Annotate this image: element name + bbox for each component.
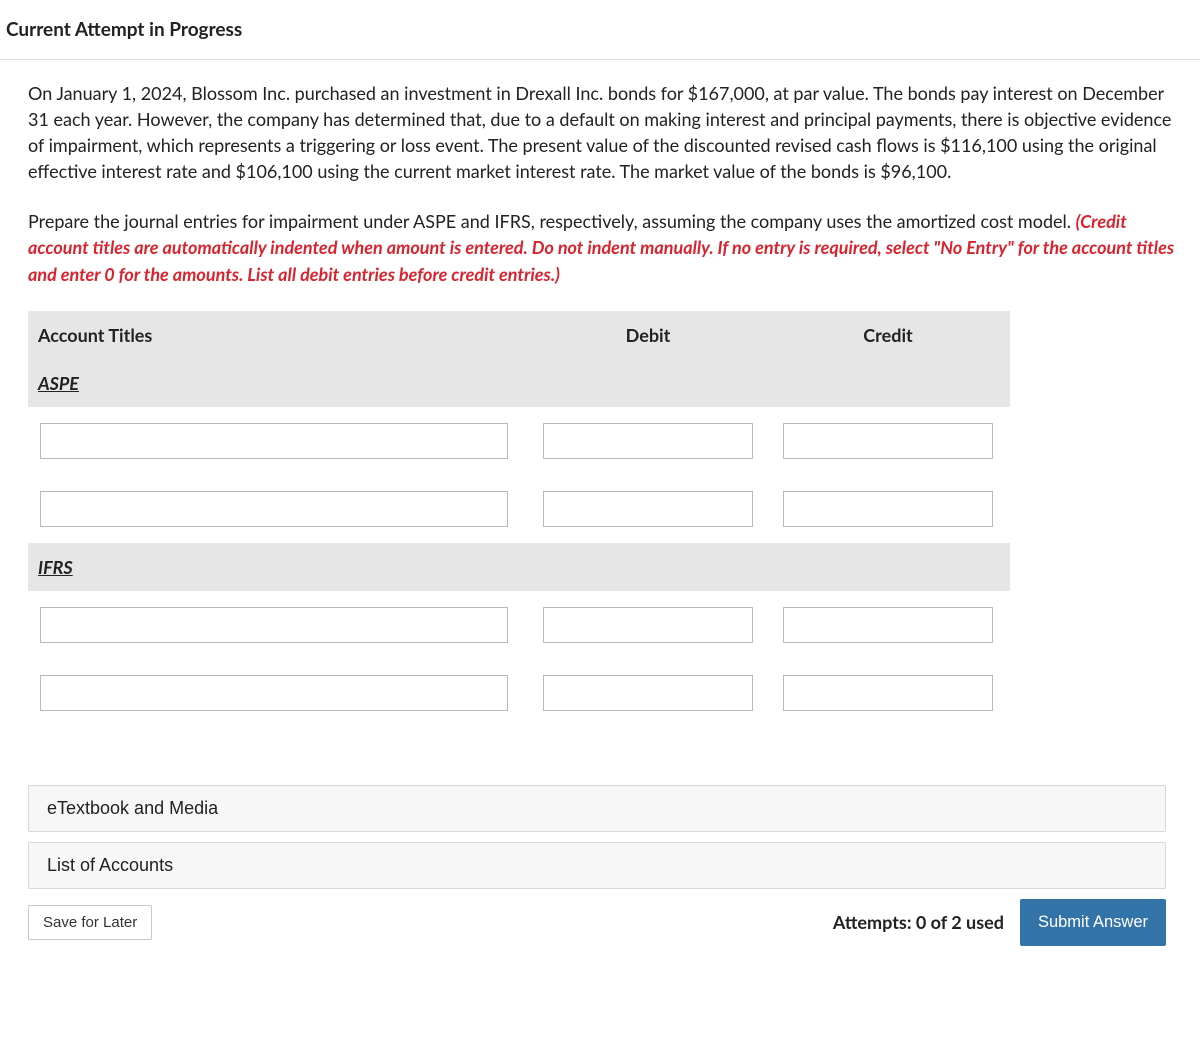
attempts-label: Attempts: 0 of 2 used: [833, 909, 1004, 935]
resource-links: eTextbook and Media List of Accounts: [28, 785, 1178, 889]
submit-answer-button[interactable]: Submit Answer: [1020, 899, 1166, 946]
table-row: [28, 591, 1010, 659]
table-header-row: Account Titles Debit Credit: [28, 311, 1010, 359]
section-row-ifrs: IFRS: [28, 543, 1010, 591]
section-label-aspe: ASPE: [28, 370, 528, 396]
table-row: [28, 659, 1010, 727]
question-title: Current Attempt in Progress: [6, 18, 1194, 41]
account-title-input[interactable]: [40, 607, 508, 643]
journal-entry-table: Account Titles Debit Credit ASPE IFRS: [28, 311, 1010, 727]
account-title-input[interactable]: [40, 423, 508, 459]
table-row: [28, 475, 1010, 543]
col-header-account-titles: Account Titles: [28, 322, 528, 348]
debit-input[interactable]: [543, 607, 753, 643]
debit-input[interactable]: [543, 423, 753, 459]
etextbook-button[interactable]: eTextbook and Media: [28, 785, 1166, 832]
footer-bar: Save for Later Attempts: 0 of 2 used Sub…: [28, 899, 1166, 946]
col-header-credit: Credit: [768, 322, 1008, 348]
problem-statement: On January 1, 2024, Blossom Inc. purchas…: [28, 80, 1178, 184]
credit-input[interactable]: [783, 607, 993, 643]
debit-input[interactable]: [543, 675, 753, 711]
save-for-later-button[interactable]: Save for Later: [28, 905, 152, 940]
footer-right-group: Attempts: 0 of 2 used Submit Answer: [833, 899, 1166, 946]
col-header-debit: Debit: [528, 322, 768, 348]
table-row: [28, 407, 1010, 475]
credit-input[interactable]: [783, 675, 993, 711]
question-body: On January 1, 2024, Blossom Inc. purchas…: [0, 60, 1200, 946]
account-title-input[interactable]: [40, 491, 508, 527]
section-row-aspe: ASPE: [28, 359, 1010, 407]
debit-input[interactable]: [543, 491, 753, 527]
section-label-ifrs: IFRS: [28, 554, 528, 580]
instructions-plain: Prepare the journal entries for impairme…: [28, 210, 1076, 232]
problem-instructions: Prepare the journal entries for impairme…: [28, 208, 1178, 286]
credit-input[interactable]: [783, 423, 993, 459]
question-header: Current Attempt in Progress: [0, 0, 1200, 60]
list-of-accounts-button[interactable]: List of Accounts: [28, 842, 1166, 889]
credit-input[interactable]: [783, 491, 993, 527]
account-title-input[interactable]: [40, 675, 508, 711]
